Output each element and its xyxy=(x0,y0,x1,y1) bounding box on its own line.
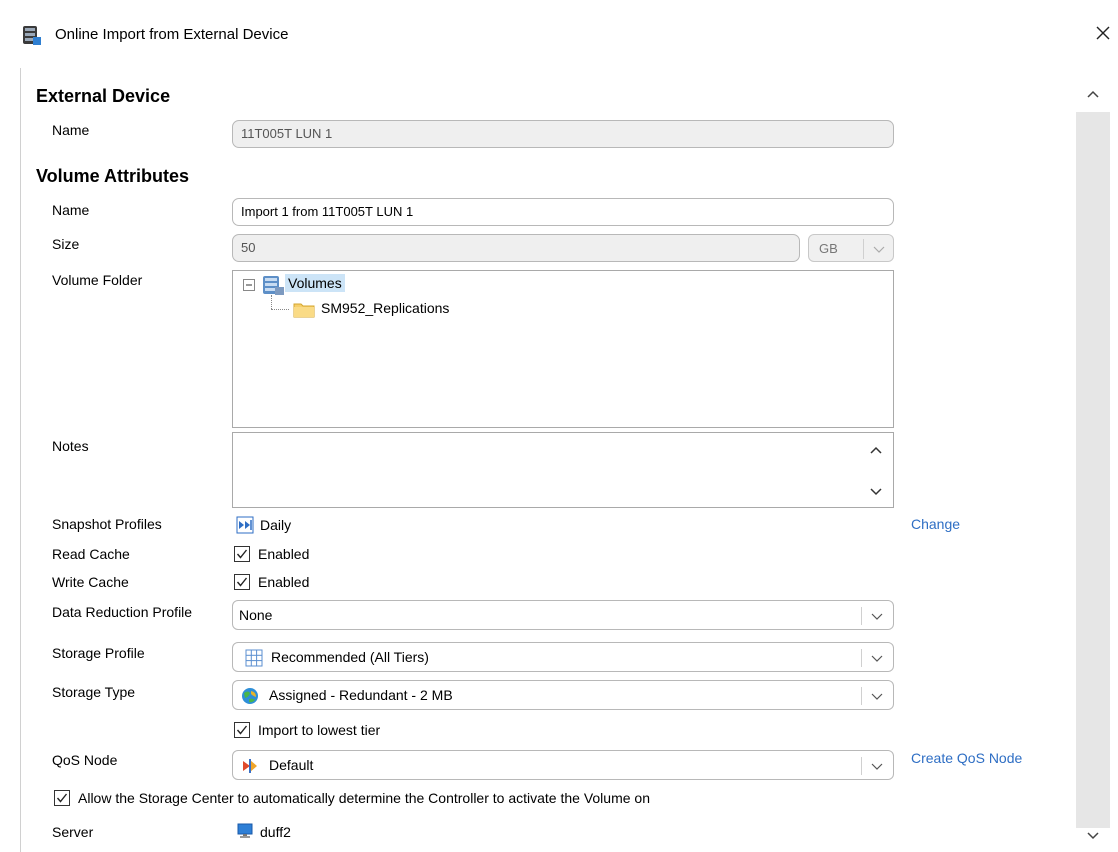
chevron-down-icon xyxy=(871,655,883,662)
divider xyxy=(861,757,862,775)
write-cache-checkbox[interactable] xyxy=(234,574,250,590)
folder-icon xyxy=(293,303,315,318)
globe-icon xyxy=(242,688,258,704)
volume-folder-tree[interactable]: Volumes SM952_Replications xyxy=(232,270,894,428)
data-reduction-select[interactable]: None xyxy=(232,600,894,630)
notes-scrollbar[interactable] xyxy=(863,437,889,503)
tree-connector xyxy=(271,295,272,309)
checkmark-icon xyxy=(236,725,248,735)
import-lowest-tier-label: Import to lowest tier xyxy=(258,722,381,738)
window-title: Online Import from External Device xyxy=(55,26,289,43)
checkmark-icon xyxy=(236,577,248,587)
divider xyxy=(863,239,864,259)
read-cache-checkbox[interactable] xyxy=(234,546,250,562)
read-cache-label: Read Cache xyxy=(52,546,130,562)
snapshot-profile-icon xyxy=(236,516,254,534)
qos-node-select[interactable]: Default xyxy=(232,750,894,780)
storage-app-icon xyxy=(23,26,41,45)
notes-textarea[interactable] xyxy=(232,432,894,508)
storage-type-select[interactable]: Assigned - Redundant - 2 MB xyxy=(232,680,894,710)
checkmark-icon xyxy=(56,793,68,803)
size-unit-select: GB xyxy=(808,234,894,262)
section-volume-attributes: Volume Attributes xyxy=(36,166,190,186)
data-reduction-label: Data Reduction Profile xyxy=(52,604,193,620)
storage-profile-select[interactable]: Recommended (All Tiers) xyxy=(232,642,894,672)
checkmark-icon xyxy=(236,549,248,559)
write-cache-value: Enabled xyxy=(258,574,310,590)
volumes-icon xyxy=(263,276,284,295)
title-bar: Online Import from External Device xyxy=(0,0,1118,68)
snapshot-profile-value: Daily xyxy=(260,517,292,533)
qos-icon xyxy=(243,759,257,773)
collapse-icon[interactable] xyxy=(243,279,255,291)
read-cache-value: Enabled xyxy=(258,546,310,562)
main-scrollbar[interactable] xyxy=(1076,78,1110,852)
size-label: Size xyxy=(52,236,80,252)
storage-type-value: Assigned - Redundant - 2 MB xyxy=(269,687,453,703)
chevron-down-icon xyxy=(871,763,883,770)
tree-node-volumes[interactable]: Volumes xyxy=(285,274,345,292)
grid-icon xyxy=(245,649,263,667)
storage-type-label: Storage Type xyxy=(52,684,136,700)
server-value: duff2 xyxy=(260,824,291,840)
close-icon[interactable] xyxy=(1090,20,1116,46)
tree-connector xyxy=(271,309,289,310)
divider xyxy=(861,649,862,667)
volume-name-label: Name xyxy=(52,202,90,218)
snapshot-profiles-label: Snapshot Profiles xyxy=(52,516,162,532)
server-label: Server xyxy=(52,824,94,840)
scroll-down-icon[interactable] xyxy=(1076,822,1110,852)
create-qos-node-link[interactable]: Create QoS Node xyxy=(911,750,1022,766)
section-external-device: External Device xyxy=(36,86,171,106)
chevron-down-icon xyxy=(873,246,885,253)
size-field: 50 xyxy=(232,234,800,262)
scroll-up-icon[interactable] xyxy=(1076,78,1110,108)
volume-folder-label: Volume Folder xyxy=(52,272,143,288)
data-reduction-value: None xyxy=(239,607,273,623)
allow-sc-controller-label: Allow the Storage Center to automaticall… xyxy=(78,790,650,806)
device-name-label: Name xyxy=(52,122,90,138)
notes-label: Notes xyxy=(52,438,89,454)
scroll-track[interactable] xyxy=(1076,112,1110,828)
device-name-field: 11T005T LUN 1 xyxy=(232,120,894,148)
volume-name-input[interactable]: Import 1 from 11T005T LUN 1 xyxy=(232,198,894,226)
import-dialog: Online Import from External Device Exter… xyxy=(0,0,1118,852)
write-cache-label: Write Cache xyxy=(52,574,129,590)
change-snapshot-link[interactable]: Change xyxy=(911,516,960,532)
chevron-down-icon xyxy=(871,693,883,700)
storage-profile-value: Recommended (All Tiers) xyxy=(271,649,429,665)
size-unit-value: GB xyxy=(819,241,838,256)
divider xyxy=(861,687,862,705)
divider xyxy=(861,607,862,625)
chevron-down-icon xyxy=(871,613,883,620)
storage-profile-label: Storage Profile xyxy=(52,645,145,661)
qos-node-label: QoS Node xyxy=(52,752,118,768)
allow-sc-controller-checkbox[interactable] xyxy=(54,790,70,806)
server-monitor-icon xyxy=(237,823,253,838)
import-lowest-tier-checkbox[interactable] xyxy=(234,722,250,738)
tree-node-sm952[interactable]: SM952_Replications xyxy=(321,300,449,316)
qos-node-value: Default xyxy=(269,757,314,773)
